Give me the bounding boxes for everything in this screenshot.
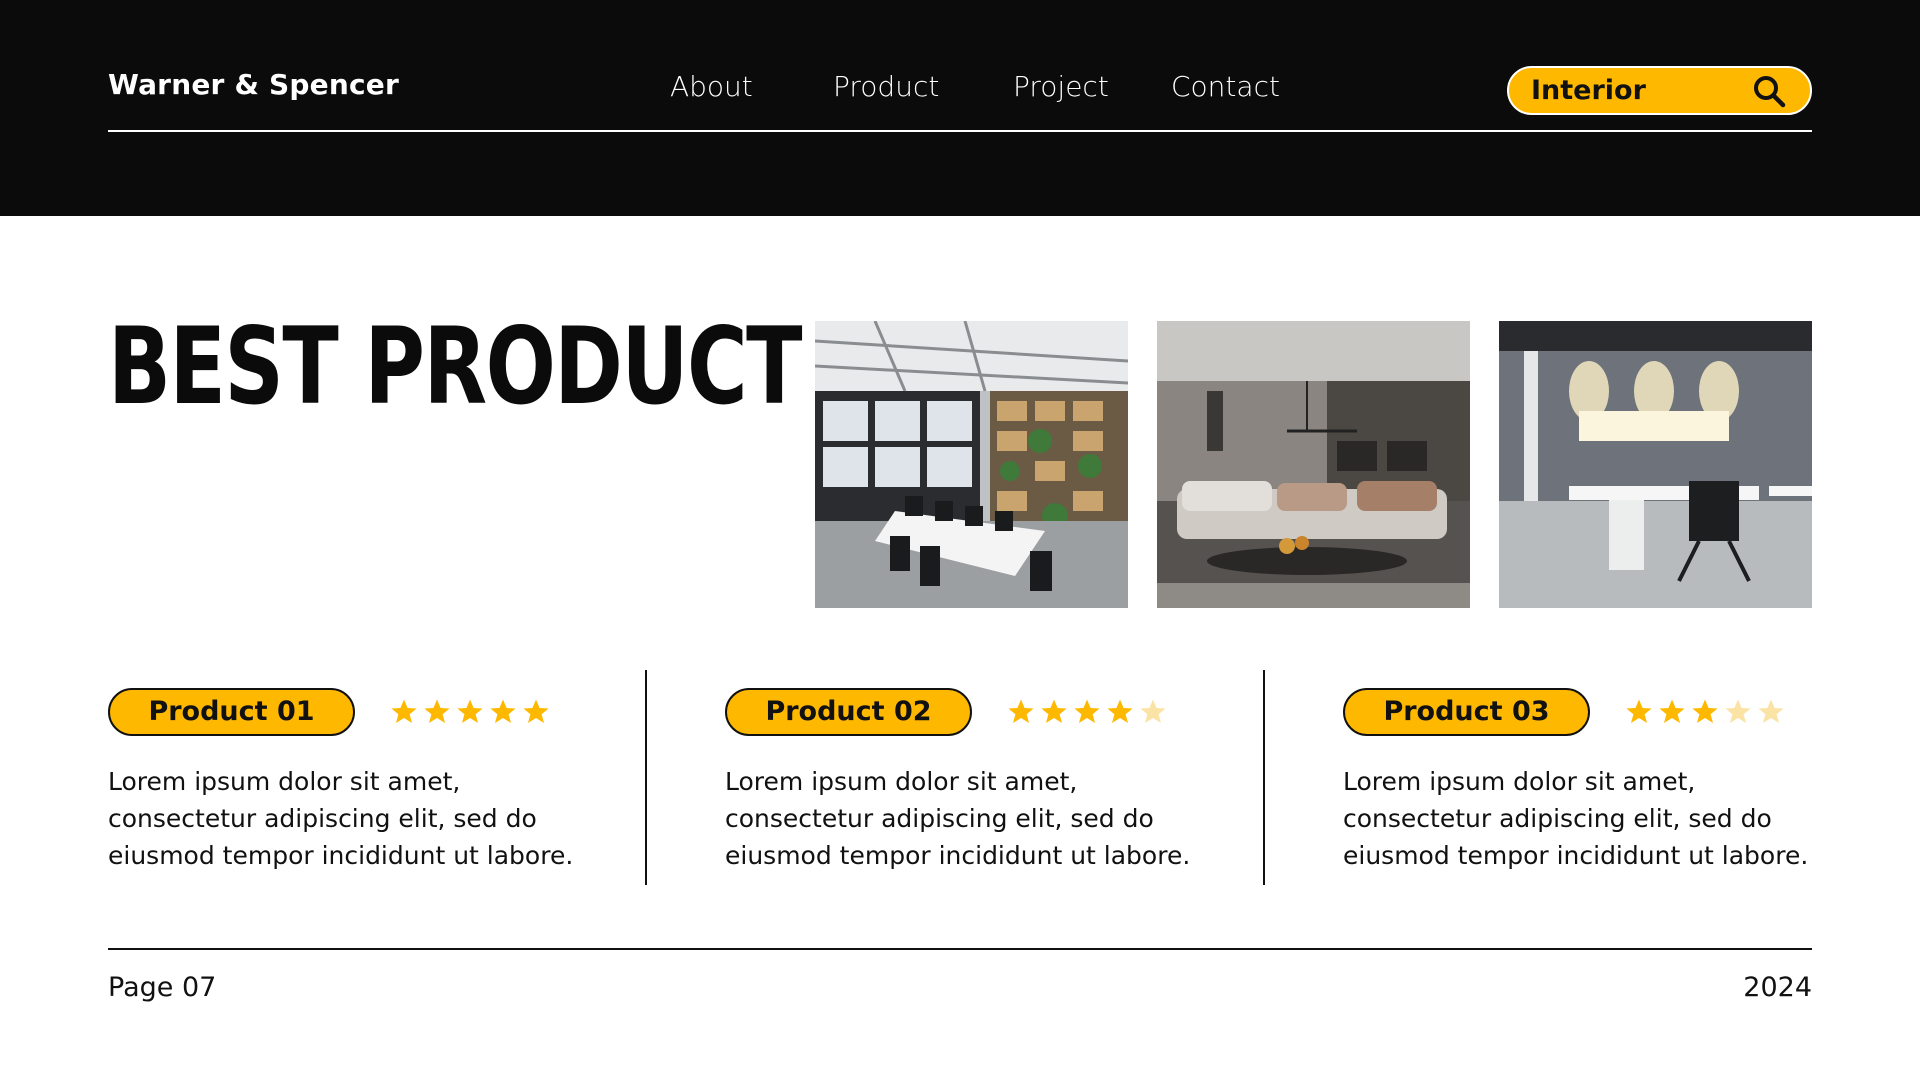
star-empty-icon (1725, 699, 1751, 723)
nav-item-project[interactable]: Project (1013, 70, 1109, 103)
product-label[interactable]: Product 01 (108, 688, 355, 736)
search-input[interactable] (1531, 75, 1750, 106)
nav-item-product[interactable]: Product (833, 70, 939, 103)
rating-stars (1007, 698, 1167, 726)
star-filled-icon (1692, 699, 1718, 723)
search-icon[interactable] (1750, 72, 1788, 110)
star-filled-icon (523, 699, 549, 723)
product-label[interactable]: Product 03 (1343, 688, 1590, 736)
top-bar: Warner & Spencer About Product Project C… (0, 0, 1920, 216)
page-title: BEST PRODUCT (108, 305, 802, 428)
star-filled-icon (1626, 699, 1652, 723)
product-description: Lorem ipsum dolor sit amet, consectetur … (108, 767, 574, 870)
product-description: Lorem ipsum dolor sit amet, consectetur … (725, 767, 1191, 870)
footer-year: 2024 (1743, 972, 1812, 1003)
rating-stars (390, 698, 550, 726)
nav-item-contact[interactable]: Contact (1171, 70, 1280, 103)
living-room-photo (1157, 321, 1470, 608)
star-filled-icon (457, 699, 483, 723)
workspace-photo (1499, 321, 1812, 608)
star-filled-icon (424, 699, 450, 723)
star-empty-icon (1758, 699, 1784, 723)
product-card: Product 02 Lorem ipsum dolor sit amet, c… (725, 688, 1205, 874)
star-filled-icon (1107, 699, 1133, 723)
header-divider (108, 130, 1812, 132)
nav-item-about[interactable]: About (670, 70, 753, 103)
rating-stars (1625, 698, 1785, 726)
page-number: Page 07 (108, 972, 217, 1003)
star-empty-icon (1140, 699, 1166, 723)
product-card: Product 03 Lorem ipsum dolor sit amet, c… (1343, 688, 1823, 874)
product-description: Lorem ipsum dolor sit amet, consectetur … (1343, 767, 1809, 870)
star-filled-icon (1008, 699, 1034, 723)
product-label[interactable]: Product 02 (725, 688, 972, 736)
star-filled-icon (1041, 699, 1067, 723)
search-bar (1507, 66, 1812, 115)
star-filled-icon (1659, 699, 1685, 723)
column-divider (1263, 670, 1265, 885)
office-photo (815, 321, 1128, 608)
star-filled-icon (1074, 699, 1100, 723)
product-card: Product 01 Lorem ipsum dolor sit amet, c… (108, 688, 588, 874)
star-filled-icon (391, 699, 417, 723)
column-divider (645, 670, 647, 885)
footer-divider (108, 948, 1812, 950)
star-filled-icon (490, 699, 516, 723)
